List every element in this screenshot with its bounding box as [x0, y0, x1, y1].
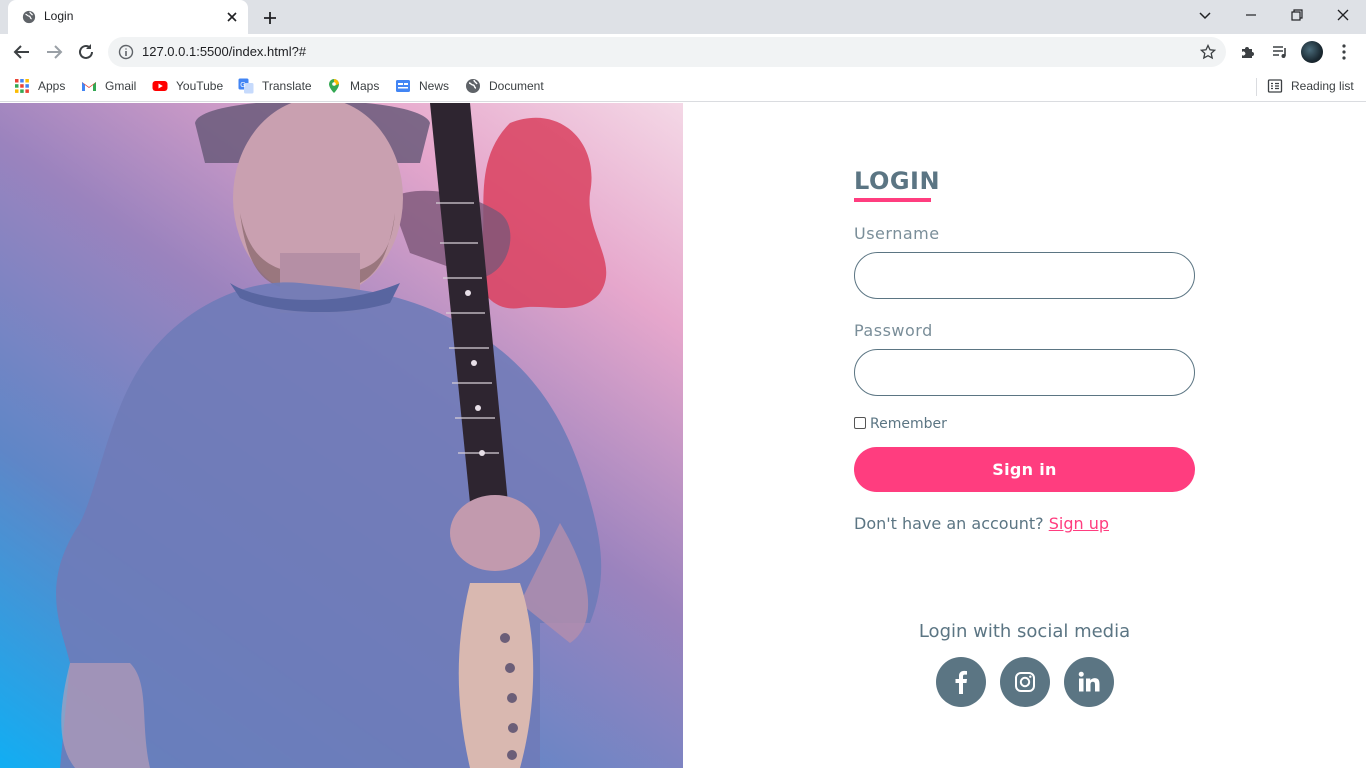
tab-search-button[interactable]: [1182, 0, 1228, 30]
bookmark-maps[interactable]: Maps: [326, 76, 379, 96]
playlist-icon: [1273, 46, 1286, 58]
bookmark-label: Translate: [262, 79, 312, 93]
bookmarks-divider: [1256, 78, 1257, 96]
username-label: Username: [854, 224, 940, 243]
bookmark-label: YouTube: [176, 79, 224, 93]
remember-label[interactable]: Remember: [870, 416, 947, 432]
restore-button[interactable]: [1274, 0, 1320, 30]
remember-row: Remember: [854, 416, 947, 432]
browser-tab[interactable]: Login: [8, 0, 248, 34]
remember-checkbox[interactable]: [854, 417, 866, 429]
chevron-down-icon: [1199, 12, 1211, 20]
social-buttons: [936, 657, 1114, 707]
bookmark-youtube[interactable]: YouTube: [152, 76, 223, 96]
bookmark-label: Maps: [350, 79, 380, 93]
globe-icon: [22, 10, 36, 24]
profile-avatar[interactable]: [1301, 41, 1323, 63]
close-icon[interactable]: [224, 9, 240, 25]
restore-icon: [1291, 9, 1303, 21]
reload-icon: [79, 44, 93, 59]
login-form: LOGIN Username Password Remember Sign in…: [854, 103, 1195, 768]
reload-button[interactable]: [74, 40, 98, 64]
arrow-left-icon: [13, 45, 29, 59]
heading-underline: [854, 198, 931, 202]
password-input[interactable]: [854, 349, 1195, 396]
bookmark-apps[interactable]: Apps: [14, 76, 65, 96]
bookmark-translate[interactable]: G Translate: [238, 76, 312, 96]
translate-icon: G: [238, 78, 254, 94]
linkedin-button[interactable]: [1064, 657, 1114, 707]
tab-title: Login: [44, 9, 74, 23]
instagram-icon: [1015, 672, 1035, 692]
url-text[interactable]: 127.0.0.1:5500/index.html?#: [142, 44, 306, 59]
page-viewport: LOGIN Username Password Remember Sign in…: [0, 103, 1366, 768]
maps-pin-icon: [329, 79, 339, 93]
new-tab-icon[interactable]: [260, 8, 280, 28]
bookmark-label: Gmail: [105, 79, 137, 93]
more-vert-icon: [1342, 44, 1346, 60]
bookmark-document[interactable]: Document: [465, 76, 544, 96]
username-input[interactable]: [854, 252, 1195, 299]
forward-button[interactable]: [42, 40, 66, 64]
hero-image: [0, 103, 683, 768]
address-bar[interactable]: 127.0.0.1:5500/index.html?#: [108, 37, 1226, 67]
bookmark-gmail[interactable]: Gmail: [81, 76, 136, 96]
youtube-icon: [152, 81, 168, 91]
window-close-button[interactable]: [1320, 0, 1366, 30]
media-controls-button[interactable]: [1270, 42, 1290, 62]
browser-toolbar: 127.0.0.1:5500/index.html?#: [0, 34, 1366, 70]
gmail-icon: [82, 82, 96, 91]
instagram-button[interactable]: [1000, 657, 1050, 707]
globe-icon: [466, 79, 480, 93]
linkedin-icon: [1078, 671, 1100, 692]
back-button[interactable]: [10, 40, 34, 64]
guitarist-illustration: [56, 103, 607, 768]
minimize-icon: [1246, 14, 1256, 16]
bookmark-label: Document: [489, 79, 544, 93]
reading-list-label: Reading list: [1291, 79, 1354, 93]
password-label: Password: [854, 321, 933, 340]
bookmark-label: Apps: [38, 79, 66, 93]
signin-button[interactable]: Sign in: [854, 447, 1195, 492]
menu-button[interactable]: [1334, 42, 1354, 62]
bookmark-star-icon[interactable]: [1200, 44, 1216, 60]
bookmarks-bar: Apps Gmail YouTube G Translate Maps News: [0, 70, 1366, 102]
facebook-button[interactable]: [936, 657, 986, 707]
no-account-text: Don't have an account?: [854, 514, 1044, 533]
signup-prompt: Don't have an account? Sign up: [854, 514, 1109, 533]
bookmark-label: News: [419, 79, 450, 93]
bookmark-news[interactable]: News: [395, 76, 449, 96]
signup-link[interactable]: Sign up: [1049, 514, 1109, 533]
apps-grid-icon: [15, 79, 29, 93]
tab-strip: Login: [0, 0, 1366, 34]
news-icon: [396, 80, 410, 92]
arrow-right-icon: [47, 45, 63, 59]
reading-list-button[interactable]: Reading list: [1267, 76, 1354, 96]
facebook-icon: [955, 670, 967, 694]
svg-text:G: G: [240, 82, 245, 89]
extensions-button[interactable]: [1238, 42, 1258, 62]
puzzle-icon: [1242, 47, 1254, 58]
reading-list-icon: [1267, 79, 1283, 93]
login-heading: LOGIN: [854, 167, 941, 195]
social-heading: Login with social media: [918, 621, 1131, 642]
minimize-button[interactable]: [1228, 0, 1274, 30]
info-icon[interactable]: [118, 44, 134, 60]
close-icon: [1337, 9, 1349, 21]
